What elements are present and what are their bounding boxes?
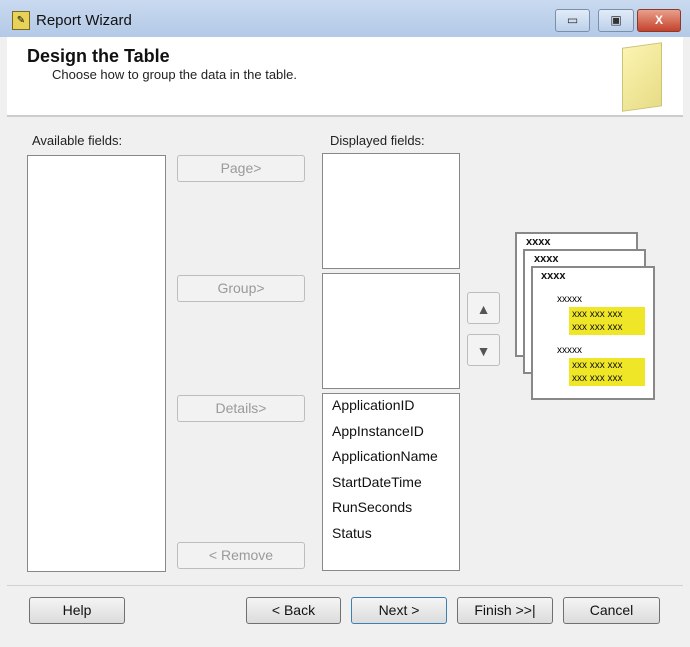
footer-divider bbox=[7, 585, 683, 586]
details-fields-list[interactable]: ApplicationID AppInstanceID ApplicationN… bbox=[322, 393, 460, 571]
preview-page-header: xxxx bbox=[541, 270, 566, 282]
help-button[interactable]: Help bbox=[29, 597, 125, 624]
notepad-icon bbox=[622, 42, 662, 112]
displayed-fields-label: Displayed fields: bbox=[330, 133, 425, 148]
preview-group-header: xxxxx bbox=[557, 345, 582, 356]
arrow-down-icon: ▼ bbox=[476, 343, 491, 359]
window-title: Report Wizard bbox=[36, 12, 132, 29]
layout-preview: xxxx xxxx xxxx xxxxx xxx xxx xxx xxx xxx … bbox=[515, 232, 655, 402]
list-item[interactable]: ApplicationID bbox=[332, 397, 459, 420]
finish-button[interactable]: Finish >>| bbox=[457, 597, 553, 624]
available-fields-label: Available fields: bbox=[32, 133, 123, 148]
report-wizard-icon: ✎ bbox=[12, 11, 30, 30]
page-title: Design the Table bbox=[27, 46, 170, 66]
list-item[interactable]: ApplicationName bbox=[332, 448, 459, 471]
page-fields-list[interactable] bbox=[322, 153, 460, 269]
move-up-button[interactable]: ▲ bbox=[467, 292, 500, 324]
preview-detail-row: xxx xxx xxx bbox=[572, 360, 623, 371]
preview-detail-row: xxx xxx xxx bbox=[572, 309, 623, 320]
list-item[interactable]: RunSeconds bbox=[332, 499, 459, 522]
page-subtitle: Choose how to group the data in the tabl… bbox=[52, 67, 298, 82]
maximize-button[interactable]: ▣ bbox=[598, 9, 634, 32]
list-item[interactable]: Status bbox=[332, 525, 459, 548]
details-button[interactable]: Details> bbox=[177, 395, 305, 422]
preview-group-header: xxxxx bbox=[557, 294, 582, 305]
group-fields-list[interactable] bbox=[322, 273, 460, 389]
close-button[interactable]: X bbox=[637, 9, 681, 32]
preview-detail-block: xxx xxx xxx xxx xxx xxx bbox=[569, 307, 645, 335]
available-fields-list[interactable] bbox=[27, 155, 166, 572]
preview-page: xxxx xxxxx xxx xxx xxx xxx xxx xxx xxxxx … bbox=[531, 266, 655, 400]
move-down-button[interactable]: ▼ bbox=[467, 334, 500, 366]
list-item[interactable]: StartDateTime bbox=[332, 474, 459, 497]
group-button[interactable]: Group> bbox=[177, 275, 305, 302]
back-button[interactable]: < Back bbox=[246, 597, 341, 624]
preview-page-header: xxxx bbox=[534, 253, 559, 265]
arrow-up-icon: ▲ bbox=[476, 301, 491, 317]
cancel-button[interactable]: Cancel bbox=[563, 597, 660, 624]
remove-button[interactable]: < Remove bbox=[177, 542, 305, 569]
minimize-button[interactable]: ▭ bbox=[555, 9, 590, 32]
preview-page-header: xxxx bbox=[526, 236, 551, 248]
next-button[interactable]: Next > bbox=[351, 597, 447, 624]
preview-detail-row: xxx xxx xxx bbox=[572, 373, 623, 384]
page-button[interactable]: Page> bbox=[177, 155, 305, 182]
list-item[interactable]: AppInstanceID bbox=[332, 423, 459, 446]
preview-detail-block: xxx xxx xxx xxx xxx xxx bbox=[569, 358, 645, 386]
preview-detail-row: xxx xxx xxx bbox=[572, 322, 623, 333]
